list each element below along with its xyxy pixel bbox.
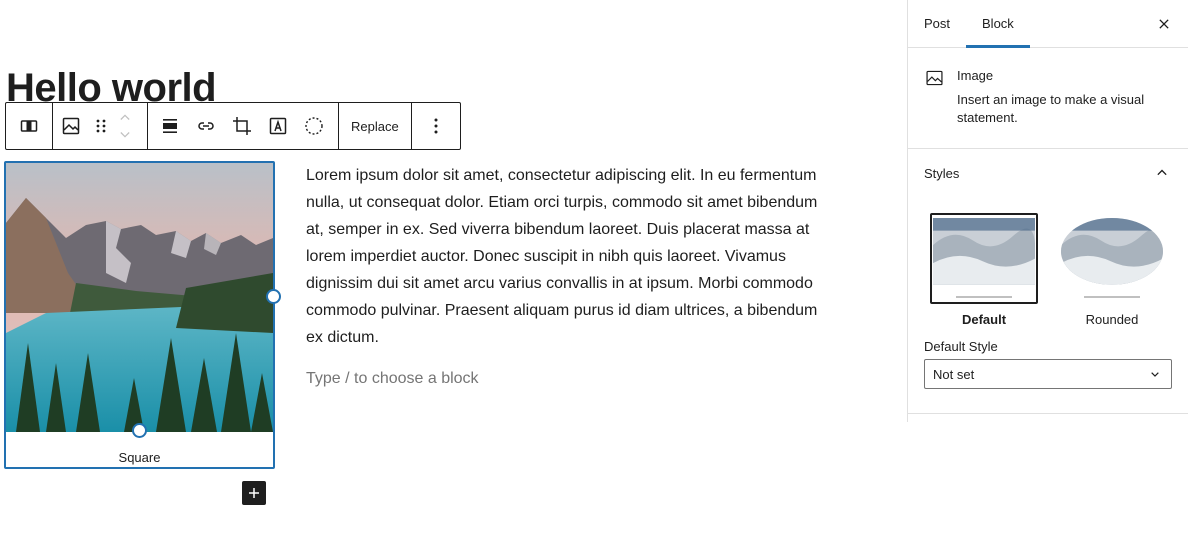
image-block[interactable]: Square (4, 161, 281, 469)
text-overlay-button[interactable] (260, 103, 296, 149)
chevron-up-icon (1157, 169, 1167, 176)
link-button[interactable] (188, 103, 224, 149)
move-up-icon (120, 114, 130, 120)
block-card-title: Image (957, 68, 994, 83)
style-option-rounded[interactable]: Rounded (1058, 213, 1166, 327)
duotone-button[interactable] (296, 103, 332, 149)
style-options: Default Rounded (908, 213, 1188, 327)
toolbar-group-align (6, 103, 53, 149)
drag-handle[interactable] (89, 103, 113, 149)
align-wide-button[interactable] (6, 103, 52, 149)
replace-button[interactable]: Replace (339, 103, 411, 149)
settings-sidebar: Post Block Image Insert an image to make… (907, 0, 1188, 422)
sidebar-tabs: Post Block (908, 0, 1188, 48)
style-option-default[interactable]: Default (930, 213, 1038, 327)
style-preview-rounded (1058, 213, 1166, 304)
toolbar-group-tools (148, 103, 339, 149)
crop-icon (233, 117, 251, 135)
plus-icon (249, 488, 259, 498)
move-down-button[interactable] (113, 126, 137, 144)
align-center-icon (163, 119, 177, 133)
styles-panel-toggle[interactable]: Styles (908, 149, 1188, 197)
tab-post[interactable]: Post (908, 0, 966, 47)
preview-image (1061, 217, 1163, 285)
block-type-button[interactable] (53, 103, 89, 149)
align-wide-icon (20, 120, 38, 132)
tab-block[interactable]: Block (966, 0, 1030, 48)
preview-image (933, 217, 1035, 285)
block-card: Image Insert an image to make a visual s… (908, 48, 1188, 149)
block-inserter-button[interactable] (242, 481, 266, 505)
default-style-label: Default Style (924, 339, 998, 354)
toolbar-group-more (412, 103, 460, 149)
styles-panel-title: Styles (924, 165, 960, 181)
chevron-down-icon (1151, 372, 1159, 377)
more-options-button[interactable] (412, 103, 460, 149)
link-icon (198, 122, 214, 130)
align-button[interactable] (152, 103, 188, 149)
paragraph-block[interactable]: Lorem ipsum dolor sit amet, consectetur … (306, 162, 836, 351)
style-label-rounded: Rounded (1085, 312, 1139, 327)
styles-panel: Styles Default Rounded Default Style Not… (908, 149, 1188, 414)
crop-button[interactable] (224, 103, 260, 149)
image-icon (62, 117, 80, 135)
toolbar-group-replace: Replace (339, 103, 412, 149)
move-down-icon (120, 132, 130, 138)
block-image (6, 163, 273, 432)
default-block-appender[interactable]: Type / to choose a block (306, 370, 479, 388)
default-style-value: Not set (933, 366, 975, 382)
close-icon (1159, 19, 1169, 29)
block-card-description: Insert an image to make a visual stateme… (957, 92, 1145, 125)
text-overlay-icon (269, 117, 287, 135)
resize-handle-bottom[interactable] (132, 423, 147, 438)
block-mover (113, 103, 137, 149)
close-sidebar-button[interactable] (1154, 14, 1174, 34)
move-up-button[interactable] (113, 108, 137, 126)
style-preview-default (930, 213, 1038, 304)
more-options-icon (434, 118, 438, 134)
image-icon (926, 70, 943, 86)
drag-handle-icon (96, 119, 106, 133)
toolbar-group-block (53, 103, 148, 149)
editor-canvas: Hello world Replace Square Lorem ipsum d… (0, 0, 908, 541)
default-style-select[interactable]: Not set (924, 359, 1172, 389)
block-toolbar: Replace (5, 102, 461, 150)
duotone-icon (305, 117, 323, 135)
style-label-default: Default (961, 312, 1007, 327)
resize-handle-right[interactable] (266, 289, 281, 304)
image-caption[interactable]: Square (6, 450, 273, 465)
